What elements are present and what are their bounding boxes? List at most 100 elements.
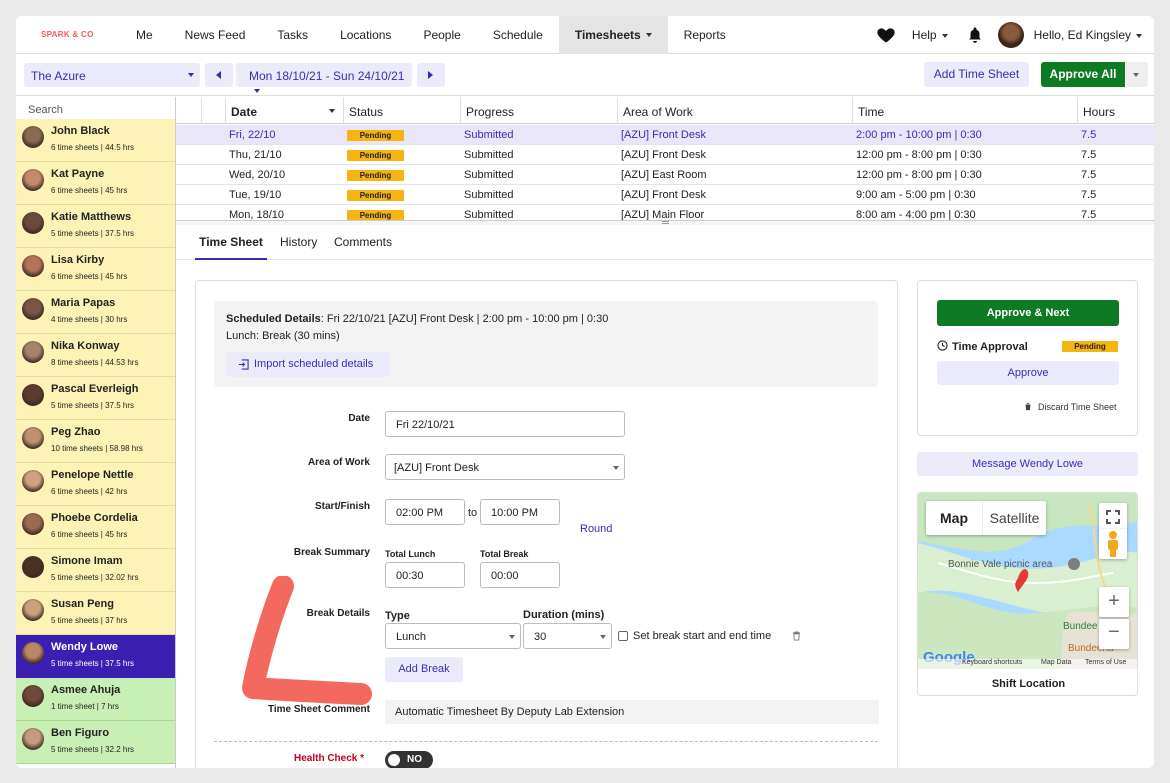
- cell-area: [AZU] Front Desk: [621, 149, 706, 161]
- employee-detail: 1 time sheet | 7 hrs: [51, 702, 119, 711]
- map-view[interactable]: Map Satellite Bonnie Vale picnic area Bu…: [918, 493, 1137, 669]
- employee-item[interactable]: Phoebe Cordelia 6 time sheets | 45 hrs: [16, 506, 175, 549]
- prev-week-button[interactable]: [205, 63, 233, 87]
- fullscreen-icon[interactable]: [1099, 503, 1127, 531]
- header-time[interactable]: Time: [852, 97, 1077, 124]
- table-row[interactable]: Tue, 19/10 Pending Submitted [AZU] Front De…: [176, 185, 1154, 205]
- keyboard-shortcuts-link[interactable]: Keyboard shortcuts: [962, 659, 1022, 666]
- header-hours[interactable]: Hours: [1077, 97, 1154, 124]
- header-date[interactable]: Date: [225, 97, 343, 124]
- nav-tasks[interactable]: Tasks: [261, 16, 324, 54]
- table-row[interactable]: Thu, 21/10 Pending Submitted [AZU] Front De…: [176, 145, 1154, 165]
- area-value: [AZU] Front Desk: [394, 462, 479, 474]
- nav-news-feed[interactable]: News Feed: [169, 16, 262, 54]
- employee-item[interactable]: Penelope Nettle 6 time sheets | 42 hrs: [16, 463, 175, 506]
- finish-time-field[interactable]: 10:00 PM: [480, 499, 560, 525]
- tab-time-sheet[interactable]: Time Sheet: [195, 225, 267, 260]
- tab-comments[interactable]: Comments: [334, 225, 392, 260]
- nav-locations[interactable]: Locations: [324, 16, 407, 54]
- approve-next-button[interactable]: Approve & Next: [937, 300, 1119, 326]
- nav-me[interactable]: Me: [120, 16, 169, 54]
- add-timesheet-button[interactable]: Add Time Sheet: [924, 62, 1029, 87]
- date-field[interactable]: Fri 22/10/21: [385, 411, 625, 437]
- zoom-in-icon[interactable]: +: [1099, 587, 1129, 617]
- zoom-out-icon[interactable]: −: [1099, 619, 1129, 649]
- employee-item[interactable]: Maria Papas 4 time sheets | 30 hrs: [16, 291, 175, 334]
- approve-all-dropdown[interactable]: [1126, 62, 1148, 87]
- table-row[interactable]: Wed, 20/10 Pending Submitted [AZU] East Roo…: [176, 165, 1154, 185]
- avatar[interactable]: [997, 22, 1024, 48]
- approve-all-button[interactable]: Approve All: [1041, 62, 1125, 87]
- location-select[interactable]: The Azure: [24, 63, 200, 87]
- add-break-button[interactable]: Add Break: [385, 657, 463, 682]
- tab-history[interactable]: History: [280, 225, 317, 260]
- employee-item[interactable]: Kat Payne 6 time sheets | 45 hrs: [16, 162, 175, 205]
- total-break-field[interactable]: 00:00: [480, 562, 560, 588]
- employee-item[interactable]: Pascal Everleigh 5 time sheets | 37.5 hrs: [16, 377, 175, 420]
- chevron-down-icon: [509, 635, 515, 639]
- employee-item[interactable]: Katie Matthews 5 time sheets | 37.5 hrs: [16, 205, 175, 248]
- trash-icon[interactable]: [792, 631, 801, 641]
- total-lunch-field[interactable]: 00:30: [385, 562, 465, 588]
- date-range-select[interactable]: Mon 18/10/21 - Sun 24/10/21: [236, 63, 412, 93]
- map-place-label-2: Bundee: [1063, 621, 1098, 632]
- set-break-times-checkbox[interactable]: [618, 631, 628, 641]
- area-select[interactable]: [AZU] Front Desk: [385, 454, 625, 480]
- heart-icon[interactable]: [876, 25, 896, 45]
- nav-schedule[interactable]: Schedule: [477, 16, 559, 54]
- scheduled-label: Scheduled Details: [226, 313, 321, 325]
- map-tab[interactable]: Map: [926, 501, 982, 535]
- employee-item[interactable]: Wendy Lowe 5 time sheets | 37.5 hrs: [16, 635, 175, 678]
- map-data-link[interactable]: Map Data: [1041, 659, 1071, 666]
- nav-people[interactable]: People: [407, 16, 476, 54]
- employee-item[interactable]: Asmee Ahuja 1 time sheet | 7 hrs: [16, 678, 175, 721]
- cell-progress: Submitted: [464, 129, 514, 141]
- duration-select[interactable]: 30: [523, 623, 612, 649]
- next-week-button[interactable]: [417, 63, 445, 87]
- header-date-label: Date: [231, 105, 258, 119]
- header-status[interactable]: Status: [343, 97, 460, 124]
- table-row[interactable]: Fri, 22/10 Pending Submitted [AZU] Front De…: [176, 125, 1154, 145]
- table-row[interactable]: Mon, 18/10 Pending Submitted [AZU] Main Flo…: [176, 205, 1154, 220]
- round-link[interactable]: Round: [580, 523, 612, 535]
- approve-button[interactable]: Approve: [937, 361, 1119, 385]
- approval-card: Approve & Next Time Approval Pending App…: [917, 280, 1138, 436]
- message-employee-button[interactable]: Message Wendy Lowe: [917, 452, 1138, 476]
- break-type-select[interactable]: Lunch: [385, 623, 521, 649]
- scheduled-line: Scheduled Details: Fri 22/10/21 [AZU] Fr…: [226, 313, 608, 325]
- health-check-toggle[interactable]: NO: [385, 751, 433, 768]
- avatar: [22, 255, 44, 277]
- employee-item[interactable]: Peg Zhao 10 time sheets | 58.98 hrs: [16, 420, 175, 463]
- street-view-icon[interactable]: [1099, 529, 1127, 559]
- employee-name: Asmee Ahuja: [51, 684, 121, 696]
- chevron-down-icon: [254, 88, 260, 93]
- health-check-label: Health Check *: [294, 753, 365, 764]
- avatar: [22, 470, 44, 492]
- comment-field[interactable]: Automatic Timesheet By Deputy Lab Extens…: [385, 700, 879, 724]
- terms-link[interactable]: Terms of Use: [1085, 659, 1126, 666]
- bell-icon[interactable]: [966, 26, 984, 44]
- employee-item[interactable]: Simone Imam 5 time sheets | 32.02 hrs: [16, 549, 175, 592]
- employee-item[interactable]: Ben Figuro 5 time sheets | 32.2 hrs: [16, 721, 175, 764]
- employee-item[interactable]: Lisa Kirby 6 time sheets | 45 hrs: [16, 248, 175, 291]
- header-progress[interactable]: Progress: [460, 97, 617, 124]
- nav-reports[interactable]: Reports: [668, 16, 742, 54]
- user-menu[interactable]: Hello, Ed Kingsley: [1034, 28, 1142, 42]
- employee-item[interactable]: Susan Peng 5 time sheets | 37 hrs: [16, 592, 175, 635]
- header-area[interactable]: Area of Work: [617, 97, 852, 124]
- employee-item[interactable]: Nika Konway 8 time sheets | 44.53 hrs: [16, 334, 175, 377]
- import-scheduled-button[interactable]: Import scheduled details: [226, 352, 390, 377]
- employee-detail: 6 time sheets | 42 hrs: [51, 487, 128, 496]
- nav-timesheets[interactable]: Timesheets: [558, 16, 668, 54]
- cell-progress: Submitted: [464, 149, 514, 161]
- help-menu[interactable]: Help: [912, 28, 948, 42]
- cell-hours: 7.5: [1081, 149, 1097, 161]
- brand-logo[interactable]: SPARK & CO: [16, 30, 120, 39]
- employee-item[interactable]: John Black 6 time sheets | 44.5 hrs: [16, 119, 175, 162]
- status-badge: Pending: [347, 190, 404, 201]
- divider: [214, 741, 878, 742]
- chevron-left-icon: [216, 71, 221, 79]
- start-time-field[interactable]: 02:00 PM: [385, 499, 465, 525]
- discard-timesheet-link[interactable]: Discard Time Sheet: [1024, 402, 1117, 412]
- satellite-tab[interactable]: Satellite: [982, 501, 1046, 535]
